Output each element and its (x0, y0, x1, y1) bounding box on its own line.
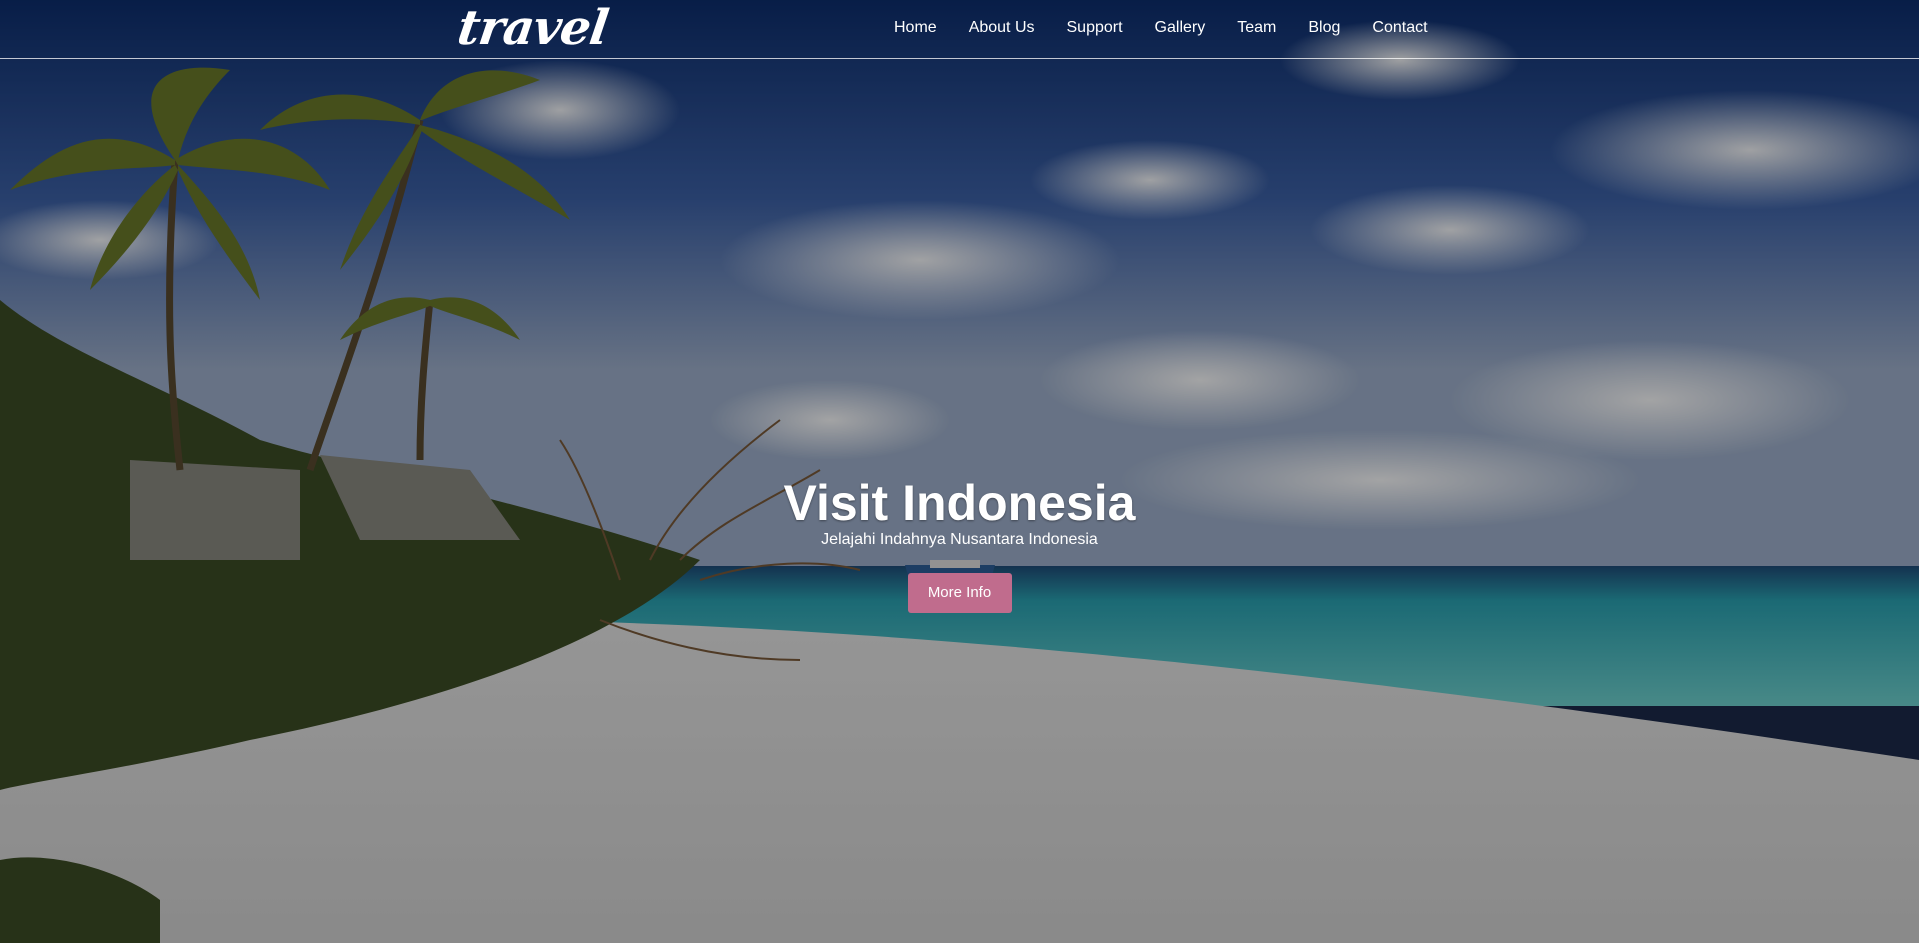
more-info-button[interactable]: More Info (907, 573, 1012, 613)
top-navbar: travel Home About Us Support Gallery Tea… (0, 0, 1919, 59)
nav-item-team[interactable]: Team (1237, 16, 1276, 40)
nav-item-support[interactable]: Support (1067, 16, 1123, 40)
nav-item-gallery[interactable]: Gallery (1155, 16, 1206, 40)
nav-item-home[interactable]: Home (894, 16, 937, 40)
nav-menu: Home About Us Support Gallery Team Blog … (894, 16, 1460, 40)
hero-content: Visit Indonesia Jelajahi Indahnya Nusant… (0, 474, 1919, 613)
nav-item-contact[interactable]: Contact (1372, 16, 1427, 40)
hero-subtitle: Jelajahi Indahnya Nusantara Indonesia (821, 531, 1098, 548)
nav-item-blog[interactable]: Blog (1308, 16, 1340, 40)
dark-overlay (0, 0, 1919, 943)
brand-logo[interactable]: travel (454, 0, 611, 56)
hero-title: Visit Indonesia (783, 475, 1136, 531)
nav-item-about-us[interactable]: About Us (969, 16, 1035, 40)
hero-section: travel Home About Us Support Gallery Tea… (0, 0, 1919, 943)
